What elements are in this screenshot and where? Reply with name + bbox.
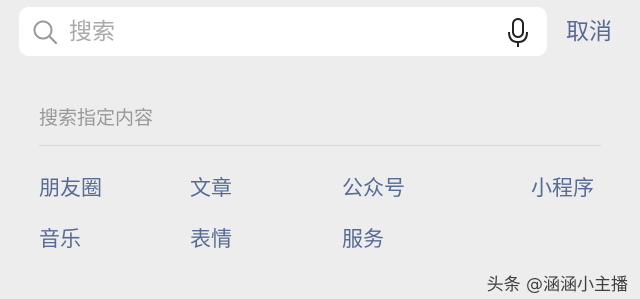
category-official-accounts[interactable]: 公众号 <box>342 173 405 203</box>
divider <box>39 145 601 146</box>
cancel-button[interactable]: 取消 <box>566 12 612 52</box>
microphone-icon[interactable] <box>505 17 531 49</box>
category-stickers[interactable]: 表情 <box>190 224 232 254</box>
category-music[interactable]: 音乐 <box>39 224 81 254</box>
search-input[interactable] <box>69 7 489 56</box>
category-mini-programs[interactable]: 小程序 <box>531 173 594 203</box>
search-icon <box>33 20 58 45</box>
category-articles[interactable]: 文章 <box>190 173 232 203</box>
category-services[interactable]: 服务 <box>342 224 384 254</box>
section-title: 搜索指定内容 <box>39 107 154 129</box>
search-bar[interactable] <box>19 7 547 56</box>
category-moments[interactable]: 朋友圈 <box>39 173 102 203</box>
watermark: 头条 @涵涵小主播 <box>486 275 628 295</box>
